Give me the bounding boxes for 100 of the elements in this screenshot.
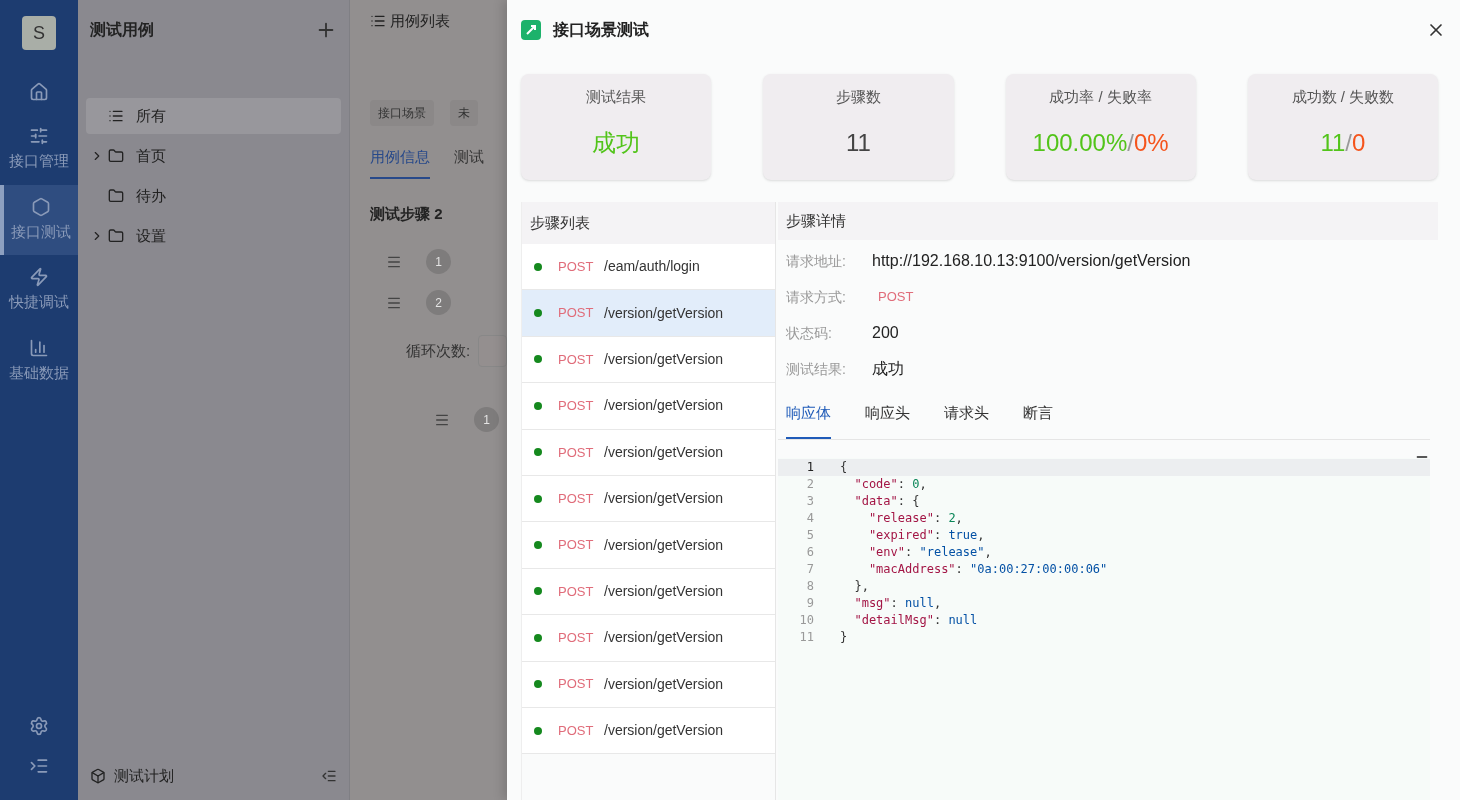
step-row[interactable]: POST /version/getVersion (522, 568, 775, 616)
line-number: 8 (805, 577, 814, 595)
endpoint-path: /eam/auth/login (604, 257, 700, 277)
line-number: 11 (798, 628, 814, 646)
http-method: POST (558, 397, 595, 416)
tab[interactable]: 测试 (454, 138, 484, 179)
tree-item[interactable]: 所有 (86, 98, 341, 134)
http-method: POST (558, 257, 595, 276)
http-method: POST (558, 629, 595, 648)
step-row[interactable]: POST /version/getVersion (522, 615, 775, 662)
tree-item[interactable]: 待办 (86, 178, 341, 214)
list-icon (370, 13, 386, 29)
endpoint-path: /version/getVersion (604, 674, 724, 694)
collapse-icon[interactable] (321, 768, 337, 784)
expand-menu-icon[interactable] (29, 756, 49, 776)
code-line: "release": 2, (867, 509, 963, 527)
lightning-icon (29, 267, 49, 287)
section-title: 测试步骤 2 (370, 203, 444, 224)
code-line: "code": 0, (853, 475, 927, 493)
step-number: 2 (426, 290, 451, 315)
line-number: 1 (805, 458, 814, 476)
cube-icon (90, 768, 106, 784)
tab[interactable]: 响应头 (865, 398, 910, 439)
line-number: 2 (805, 475, 814, 493)
line-number: 6 (805, 543, 814, 561)
field-value: POST (878, 288, 914, 307)
endpoint-path: /version/getVersion (604, 628, 724, 648)
folder-icon (108, 228, 124, 244)
nav-item[interactable]: 接口管理 (0, 114, 78, 185)
avatar[interactable]: S (22, 16, 56, 50)
test-plan-link[interactable]: 测试计划 (114, 764, 174, 788)
step-row[interactable]: POST /version/getVersion (522, 336, 775, 384)
step-number: 1 (426, 249, 451, 274)
drawer-title: 接口场景测试 (553, 20, 649, 40)
list-icon (108, 108, 124, 124)
endpoint-path: /version/getVersion (604, 535, 724, 555)
field-value: 200 (872, 323, 899, 343)
step-row[interactable]: POST /version/getVersion (522, 475, 775, 523)
field-value: http://192.168.10.13:9100/version/getVersion (872, 251, 1191, 271)
tag: 未 (450, 100, 478, 126)
folder-icon (108, 188, 124, 204)
panel-title: 测试用例 (90, 20, 154, 40)
code-line: "data": { (853, 492, 920, 510)
field-value: 成功 (872, 359, 904, 379)
stat-card: 测试结果 成功 (521, 74, 712, 180)
http-method: POST (558, 536, 595, 555)
endpoint-path: /version/getVersion (604, 489, 724, 509)
http-method: POST (558, 582, 595, 601)
step-row[interactable]: POST /version/getVersion (522, 383, 775, 430)
line-number: 10 (798, 611, 814, 629)
tag: 接口场景 (370, 100, 434, 126)
step-row[interactable]: POST /version/getVersion (522, 661, 775, 708)
code-line: }, (853, 577, 869, 595)
field-label: 状态码: (786, 323, 833, 343)
http-method: POST (558, 304, 595, 323)
tab[interactable]: 响应体 (786, 398, 831, 439)
tree-item[interactable]: 设置 (86, 218, 341, 254)
loop-count-label: 循环次数: (406, 340, 471, 361)
step-row[interactable]: POST /version/getVersion (522, 290, 775, 337)
http-method: POST (558, 350, 595, 369)
http-method: POST (558, 675, 595, 694)
line-number: 7 (805, 560, 814, 578)
code-line: "env": "release", (867, 543, 992, 561)
http-method: POST (558, 721, 595, 740)
tab[interactable]: 请求头 (944, 398, 989, 439)
folder-icon (108, 148, 124, 164)
chart-icon (29, 337, 49, 358)
settings-icon[interactable] (29, 716, 49, 736)
step-row[interactable]: POST /version/getVersion (522, 707, 775, 755)
http-method: POST (558, 443, 595, 462)
code-line: } (840, 628, 848, 646)
endpoint-path: /version/getVersion (604, 581, 724, 601)
field-label: 请求方式: (786, 287, 847, 307)
http-method: POST (558, 489, 595, 508)
nav-item[interactable]: 基础数据 (0, 325, 78, 396)
list-header: 步骤列表 (522, 202, 775, 244)
stat-card: 成功数 / 失败数 11/0 (1247, 74, 1438, 180)
endpoint-path: /version/getVersion (604, 396, 724, 416)
tree-item[interactable]: 首页 (86, 138, 341, 174)
app-logo-icon (521, 20, 541, 40)
step-row[interactable]: POST /version/getVersion (522, 429, 775, 476)
nav-item[interactable]: 快捷调试 (0, 255, 78, 326)
endpoint-path: /version/getVersion (604, 349, 724, 369)
code-line: "expired": true, (867, 526, 985, 544)
sliders-icon (29, 126, 49, 146)
endpoint-path: /version/getVersion (604, 442, 724, 462)
code-line: "msg": null, (853, 594, 942, 612)
step-row[interactable]: POST /version/getVersion (522, 522, 775, 569)
loop-count-field[interactable] (478, 335, 507, 367)
tab[interactable]: 断言 (1023, 398, 1053, 439)
panel-title: 用例列表 (390, 10, 450, 31)
field-label: 测试结果: (786, 359, 847, 379)
home-icon (29, 82, 49, 102)
field-label: 请求地址: (786, 251, 847, 271)
hexagon-icon (31, 196, 51, 217)
line-number: 4 (805, 509, 814, 527)
stat-card: 成功率 / 失败率 100.00%/0% (1005, 74, 1196, 180)
line-number: 9 (805, 594, 814, 612)
step-row[interactable]: POST /eam/auth/login (522, 244, 775, 291)
code-line: { (840, 458, 848, 476)
